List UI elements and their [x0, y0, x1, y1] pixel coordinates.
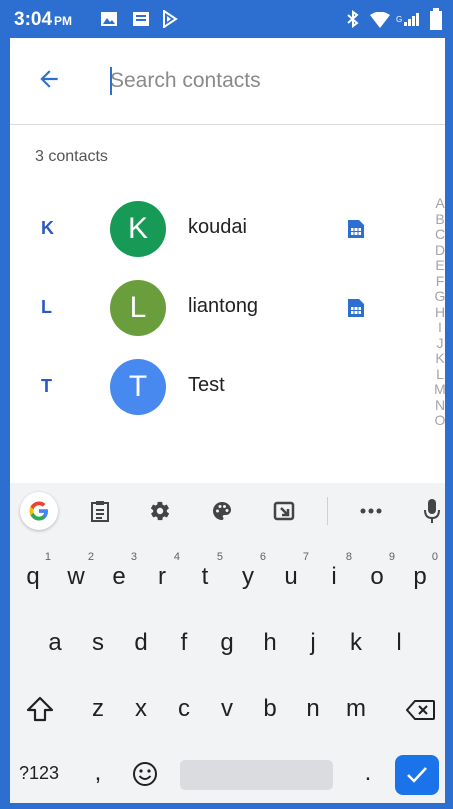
- keyboard-toolbar: [10, 483, 445, 539]
- key-d[interactable]: d: [121, 629, 161, 657]
- contacts-count: 3 contacts: [35, 148, 108, 165]
- key-n[interactable]: n: [293, 695, 333, 723]
- key-p[interactable]: 0p: [400, 551, 440, 591]
- signal-icon: G: [396, 13, 419, 26]
- clipboard-icon[interactable]: [84, 495, 116, 527]
- key-w[interactable]: 2w: [56, 551, 96, 591]
- section-letter: T: [41, 376, 52, 396]
- palette-icon[interactable]: [206, 495, 238, 527]
- index-letter[interactable]: D: [433, 242, 447, 259]
- contact-name: Test: [188, 374, 225, 396]
- contact-name: liantong: [188, 295, 259, 317]
- mic-icon[interactable]: [416, 495, 448, 527]
- battery-icon: [430, 8, 442, 30]
- more-icon[interactable]: [355, 495, 387, 527]
- image-icon: [101, 12, 117, 26]
- check-icon: [407, 767, 427, 783]
- avatar: T: [110, 359, 166, 415]
- settings-icon[interactable]: [144, 495, 176, 527]
- backspace-icon[interactable]: [405, 699, 436, 726]
- key-f[interactable]: f: [164, 629, 204, 657]
- play-store-icon: [163, 10, 178, 28]
- bluetooth-icon: [347, 10, 359, 28]
- key-c[interactable]: c: [164, 695, 204, 723]
- key-b[interactable]: b: [250, 695, 290, 723]
- index-letter[interactable]: J: [433, 335, 447, 352]
- key-a[interactable]: a: [35, 629, 75, 657]
- key-g[interactable]: g: [207, 629, 247, 657]
- search-bar: [10, 38, 445, 125]
- key-i[interactable]: 8i: [314, 551, 354, 591]
- key-s[interactable]: s: [78, 629, 118, 657]
- index-letter[interactable]: M: [433, 381, 447, 398]
- key-t[interactable]: 5t: [185, 551, 225, 591]
- index-letter[interactable]: I: [433, 319, 447, 336]
- status-bar: 3:04 PM G: [0, 0, 453, 38]
- space-bar[interactable]: [180, 760, 333, 790]
- key-m[interactable]: m: [336, 695, 376, 723]
- index-letter[interactable]: G: [433, 288, 447, 305]
- back-arrow-icon[interactable]: [36, 66, 62, 92]
- section-letter: K: [41, 218, 54, 238]
- key-u[interactable]: 7u: [271, 551, 311, 591]
- svg-text:G: G: [396, 15, 402, 24]
- key-q[interactable]: 1q: [13, 551, 53, 591]
- avatar: L: [110, 280, 166, 336]
- toolbar-divider: [327, 497, 328, 525]
- index-letter[interactable]: O: [433, 412, 447, 429]
- contact-name: koudai: [188, 216, 247, 238]
- index-letter[interactable]: L: [433, 366, 447, 383]
- key-z[interactable]: z: [78, 695, 118, 723]
- emoji-icon[interactable]: [132, 761, 158, 792]
- index-letter[interactable]: H: [433, 304, 447, 321]
- key-v[interactable]: v: [207, 695, 247, 723]
- keyboard: 1q 2w 3e 4r 5t 6y 7u 8i 9o 0p a s d f g …: [10, 483, 445, 803]
- status-time: 3:04 PM: [14, 9, 73, 30]
- resize-icon[interactable]: [268, 495, 300, 527]
- key-r[interactable]: 4r: [142, 551, 182, 591]
- symbols-key[interactable]: ?123: [14, 763, 64, 784]
- comma-key[interactable]: ,: [78, 759, 118, 787]
- sim-card-icon: [348, 299, 364, 317]
- period-key[interactable]: .: [348, 759, 388, 787]
- key-k[interactable]: k: [336, 629, 376, 657]
- key-e[interactable]: 3e: [99, 551, 139, 591]
- contact-row[interactable]: T T Test: [10, 357, 370, 417]
- done-button[interactable]: [395, 755, 439, 795]
- key-y[interactable]: 6y: [228, 551, 268, 591]
- key-x[interactable]: x: [121, 695, 161, 723]
- contact-row[interactable]: L L liantong: [10, 278, 370, 338]
- index-letter[interactable]: A: [433, 195, 447, 212]
- key-h[interactable]: h: [250, 629, 290, 657]
- contact-row[interactable]: K K koudai: [10, 199, 370, 259]
- message-icon: [133, 12, 149, 26]
- search-input[interactable]: [110, 66, 410, 96]
- section-letter: L: [41, 297, 52, 317]
- sim-card-icon: [348, 220, 364, 238]
- avatar: K: [110, 201, 166, 257]
- key-j[interactable]: j: [293, 629, 333, 657]
- index-letter[interactable]: K: [433, 350, 447, 367]
- alphabet-index[interactable]: A B C D E F G H I J K L M N O: [433, 195, 447, 429]
- index-letter[interactable]: B: [433, 211, 447, 228]
- wifi-icon: [370, 12, 390, 28]
- key-o[interactable]: 9o: [357, 551, 397, 591]
- google-icon[interactable]: [20, 492, 58, 530]
- key-l[interactable]: l: [379, 629, 419, 657]
- index-letter[interactable]: N: [433, 397, 447, 414]
- index-letter[interactable]: C: [433, 226, 447, 243]
- index-letter[interactable]: E: [433, 257, 447, 274]
- shift-icon[interactable]: [26, 696, 54, 727]
- text-cursor: [110, 67, 112, 95]
- index-letter[interactable]: F: [433, 273, 447, 290]
